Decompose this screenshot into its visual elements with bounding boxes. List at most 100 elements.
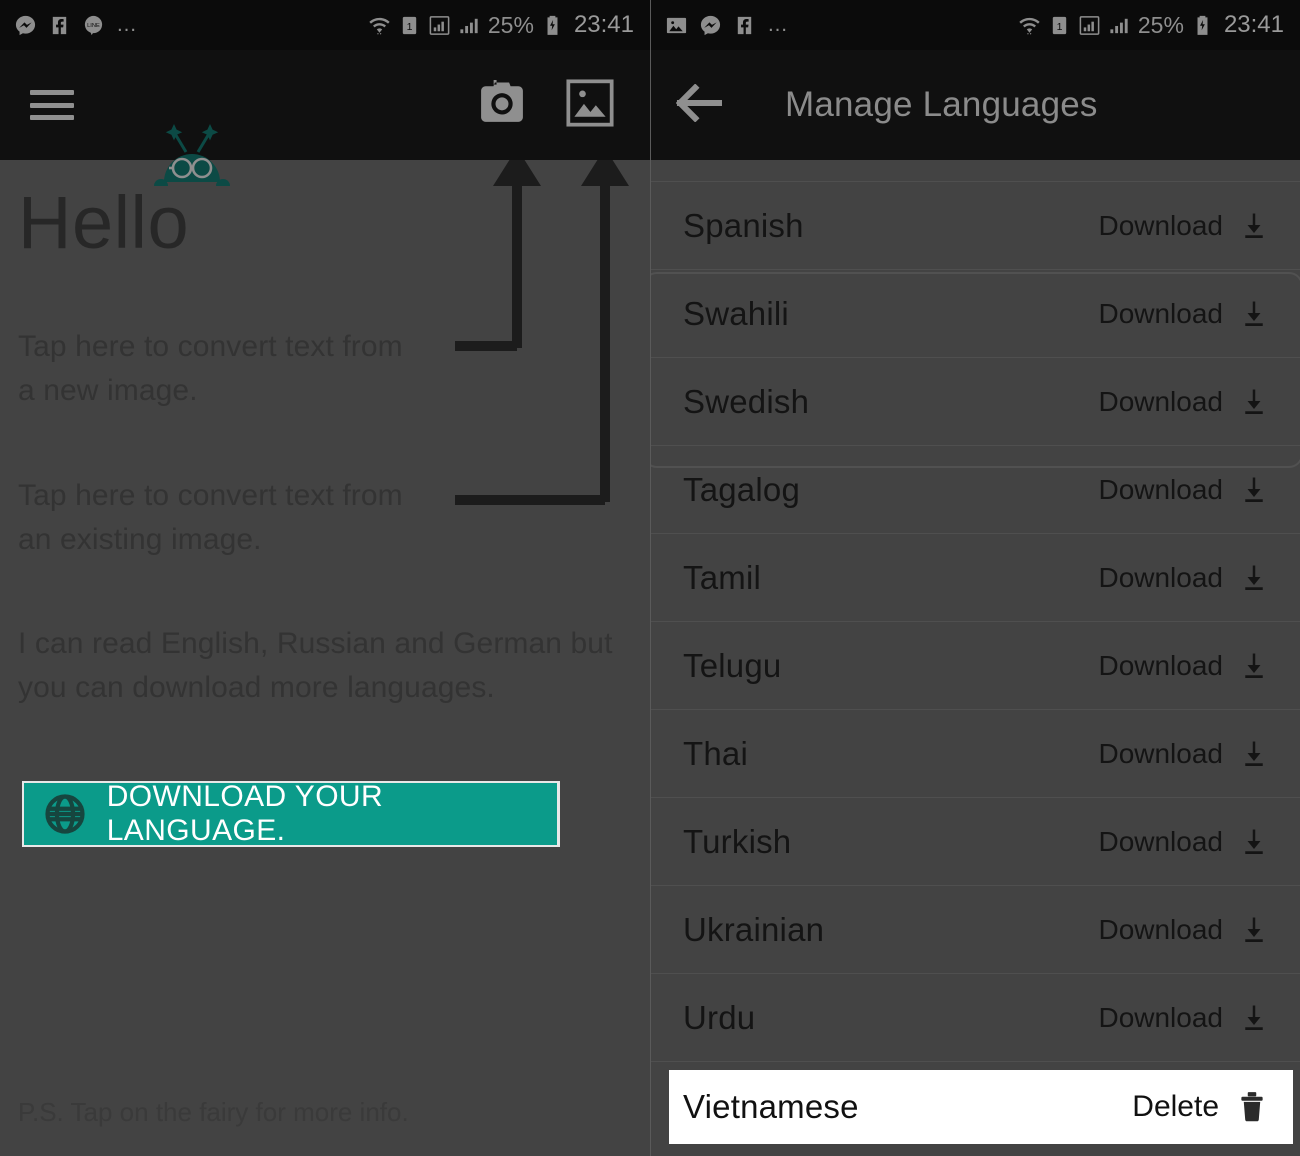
messenger-icon <box>14 14 37 37</box>
clock-label: 23:41 <box>1223 11 1284 38</box>
battery-percent-label: 25% <box>487 11 534 38</box>
language-row[interactable]: Ukrainian Download <box>651 886 1300 974</box>
language-row[interactable]: Tamil Download <box>651 534 1300 622</box>
signal-2-icon <box>458 14 481 37</box>
download-icon <box>1237 385 1271 419</box>
image-icon <box>565 78 615 133</box>
clock-label: 23:41 <box>573 11 634 38</box>
sim-1-icon: 1 <box>398 14 421 37</box>
download-action[interactable]: Download <box>1098 160 1287 181</box>
wifi-icon <box>368 14 391 37</box>
gallery-button[interactable] <box>560 75 620 135</box>
download-action[interactable]: Download <box>1098 385 1287 419</box>
delete-action[interactable]: Delete <box>1132 1090 1273 1124</box>
sim-1-icon: 1 <box>1048 14 1071 37</box>
download-your-language-button[interactable]: DOWNLOAD YOUR LANGUAGE. <box>22 780 560 847</box>
action-label: Download <box>1098 913 1223 945</box>
status-overflow-dots: … <box>116 13 139 36</box>
languages-note: I can read English, Russian and German b… <box>18 627 613 704</box>
language-name: Ukrainian <box>683 910 825 948</box>
manage-languages-list[interactable]: Slovenian Download Spanish Download Swahili D… <box>651 160 1300 1156</box>
home-content: Hello Tap here to convert text from a ne… <box>0 148 650 1156</box>
language-row[interactable]: Turkish Download <box>651 798 1300 886</box>
status-bar-left: LINE … 1 25% 23:41 <box>0 0 650 50</box>
back-button[interactable] <box>669 75 729 135</box>
action-label: Delete <box>1132 1090 1219 1123</box>
left-app-bar <box>0 50 650 186</box>
line-icon: LINE <box>82 14 105 37</box>
action-label: Download <box>1098 385 1223 417</box>
page-title: Manage Languages <box>785 85 1098 124</box>
action-label: Download <box>1098 297 1223 329</box>
hamburger-menu-icon[interactable] <box>30 90 74 120</box>
action-label: Download <box>1098 561 1223 593</box>
language-row[interactable]: Swedish Download <box>651 358 1300 446</box>
language-name: Tamil <box>683 558 762 596</box>
download-action[interactable]: Download <box>1098 649 1287 683</box>
hint-existing-image: Tap here to convert text from an existin… <box>18 479 403 556</box>
language-name: Urdu <box>683 998 756 1036</box>
camera-button[interactable] <box>472 75 532 135</box>
action-label: Download <box>1098 473 1223 505</box>
download-icon <box>1237 473 1271 507</box>
download-action[interactable]: Download <box>1098 473 1287 507</box>
download-action[interactable]: Download <box>1098 825 1287 859</box>
language-name: Spanish <box>683 206 804 244</box>
battery-icon <box>541 14 564 37</box>
download-action[interactable]: Download <box>1098 913 1287 947</box>
action-label: Download <box>1098 209 1223 241</box>
language-name: Slovenian <box>683 160 830 166</box>
gallery-icon <box>665 14 688 37</box>
status-bar-right: … 1 25% 23:41 <box>651 0 1300 50</box>
hamburger-menu-button[interactable] <box>0 90 74 120</box>
download-icon <box>1237 160 1271 164</box>
dual-screenshot-container: LINE … 1 25% 23:41 Hello Tap here to con… <box>0 0 1300 1156</box>
signal-1-icon <box>1078 14 1101 37</box>
download-icon <box>1237 737 1271 771</box>
download-icon <box>1237 561 1271 595</box>
language-row[interactable]: Telugu Download <box>651 622 1300 710</box>
download-action[interactable]: Download <box>1098 561 1287 595</box>
camera-icon <box>476 79 528 131</box>
language-row[interactable]: Swahili Download <box>651 270 1300 358</box>
right-app-bar: Manage Languages <box>651 50 1300 160</box>
trash-icon <box>1235 1090 1269 1124</box>
download-action[interactable]: Download <box>1098 737 1287 771</box>
left-phone-screen: LINE … 1 25% 23:41 Hello Tap here to con… <box>0 0 650 1156</box>
language-name: Swahili <box>683 294 789 332</box>
download-action[interactable]: Download <box>1098 209 1287 243</box>
download-icon <box>1237 649 1271 683</box>
svg-text:LINE: LINE <box>87 23 100 29</box>
download-icon <box>1237 297 1271 331</box>
download-button-label: DOWNLOAD YOUR LANGUAGE. <box>106 780 384 847</box>
download-icon <box>1237 1001 1271 1035</box>
status-overflow-dots: … <box>767 13 790 36</box>
battery-percent-label: 25% <box>1137 11 1184 38</box>
svg-text:1: 1 <box>1056 20 1062 32</box>
status-bar-right-icons: 1 25% 23:41 <box>368 11 634 39</box>
messenger-icon <box>699 14 722 37</box>
download-icon <box>1237 209 1271 243</box>
svg-text:1: 1 <box>406 20 412 32</box>
language-row[interactable]: Spanish Download <box>651 182 1300 270</box>
left-app-bar-actions <box>472 75 650 135</box>
download-action[interactable]: Download <box>1098 1001 1287 1035</box>
download-action[interactable]: Download <box>1098 297 1287 331</box>
language-row-selected[interactable]: Vietnamese Delete <box>669 1070 1293 1144</box>
status-bar-right-left-icons: … <box>665 14 790 37</box>
download-icon <box>1237 913 1271 947</box>
language-row[interactable]: Tagalog Download <box>651 446 1300 534</box>
language-row[interactable]: Thai Download <box>651 710 1300 798</box>
action-label: Download <box>1098 737 1223 769</box>
language-row[interactable]: Slovenian Download <box>651 160 1300 182</box>
wifi-icon <box>1018 14 1041 37</box>
action-label: Download <box>1098 160 1223 161</box>
signal-1-icon <box>428 14 451 37</box>
signal-2-icon <box>1108 14 1131 37</box>
language-name: Swedish <box>683 382 810 420</box>
page-title: Hello <box>18 181 190 264</box>
language-name: Tagalog <box>683 470 800 508</box>
language-row[interactable]: Urdu Download <box>651 974 1300 1062</box>
footer-note: P.S. Tap on the fairy for more info. <box>18 1097 409 1127</box>
action-label: Download <box>1098 649 1223 681</box>
